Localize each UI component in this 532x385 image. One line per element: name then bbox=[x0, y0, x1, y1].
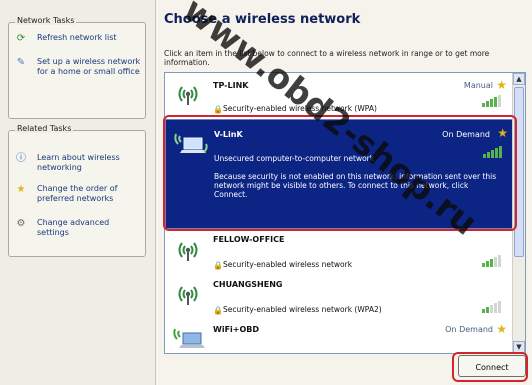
learn-about-wireless-label: Learn about wireless networking bbox=[37, 153, 120, 172]
connect-button[interactable]: Connect bbox=[458, 355, 526, 377]
network-name: FELLOW-OFFICE bbox=[213, 235, 285, 244]
network-security: 🔒Security-enabled wireless network bbox=[213, 260, 352, 270]
network-name: WiFi+OBD bbox=[213, 325, 260, 334]
wireless-network-connection-window: Network Tasks ⟳ Refresh network list ✎ S… bbox=[0, 0, 532, 385]
network-security: 🔒Security-enabled wireless network (WPA) bbox=[213, 104, 377, 114]
refresh-network-list-label: Refresh network list bbox=[37, 33, 117, 42]
instructions-text: Click an item in the list below to conne… bbox=[164, 49, 490, 67]
scrollbar-thumb[interactable] bbox=[514, 87, 524, 257]
network-security: Unsecured computer-to-computer network bbox=[214, 154, 375, 163]
computer-to-computer-icon bbox=[174, 133, 208, 153]
network-list-scrollbar[interactable]: ▲ ▼ bbox=[512, 73, 525, 353]
related-tasks-title: Related Tasks bbox=[15, 124, 74, 133]
scroll-down-button[interactable]: ▼ bbox=[513, 341, 525, 353]
network-security-warning: Because security is not enabled on this … bbox=[214, 172, 497, 199]
network-item-tp-link[interactable]: TP-LINK 🔒Security-enabled wireless netwo… bbox=[165, 73, 513, 115]
network-status: Manual bbox=[463, 81, 493, 90]
network-list[interactable]: TP-LINK 🔒Security-enabled wireless netwo… bbox=[164, 72, 526, 354]
network-tasks-group: Network Tasks ⟳ Refresh network list ✎ S… bbox=[8, 16, 146, 119]
lock-icon: 🔒 bbox=[213, 261, 223, 270]
signal-strength-icon bbox=[482, 255, 501, 267]
star-icon: ★ bbox=[16, 184, 26, 195]
network-security: 🔒Security-enabled wireless network (WPA2… bbox=[213, 305, 382, 315]
preferred-star-icon: ★ bbox=[496, 78, 507, 92]
network-item-wifi-obd[interactable]: WiFi+OBD On Demand ★ bbox=[165, 321, 513, 353]
network-status: On Demand bbox=[442, 130, 490, 139]
set-up-wireless-network-label: Set up a wireless network for a home or … bbox=[37, 57, 141, 76]
main-pane: Choose a wireless network Click an item … bbox=[156, 0, 532, 385]
signal-strength-icon bbox=[483, 146, 502, 158]
network-tasks-title: Network Tasks bbox=[15, 16, 77, 25]
preferred-star-icon: ★ bbox=[496, 322, 507, 336]
network-name: V-LinK bbox=[214, 130, 243, 139]
network-security-label: Security-enabled wireless network (WPA2) bbox=[223, 305, 382, 314]
change-advanced-settings-label: Change advanced settings bbox=[37, 218, 110, 237]
network-name: CHUANGSHENG bbox=[213, 280, 283, 289]
network-name: TP-LINK bbox=[213, 81, 249, 90]
task-pane: Network Tasks ⟳ Refresh network list ✎ S… bbox=[0, 0, 156, 385]
network-status: On Demand bbox=[445, 325, 493, 334]
preferred-star-icon: ★ bbox=[497, 126, 508, 140]
change-order-preferred-label: Change the order of preferred networks bbox=[37, 184, 118, 203]
wifi-antenna-icon bbox=[178, 86, 198, 105]
info-icon: ⓘ bbox=[16, 153, 26, 164]
computer-to-computer-icon bbox=[173, 328, 205, 348]
network-item-fellow-office[interactable]: FELLOW-OFFICE 🔒Security-enabled wireless… bbox=[165, 231, 513, 273]
network-item-v-link[interactable]: V-LinK Unsecured computer-to-computer ne… bbox=[165, 119, 515, 229]
network-item-chuangsheng[interactable]: CHUANGSHENG 🔒Security-enabled wireless n… bbox=[165, 275, 513, 319]
wifi-antenna-icon bbox=[178, 286, 198, 305]
setup-wizard-icon: ✎ bbox=[16, 57, 26, 68]
scroll-up-button[interactable]: ▲ bbox=[513, 73, 525, 85]
lock-icon: 🔒 bbox=[213, 105, 223, 114]
lock-icon: 🔒 bbox=[213, 306, 223, 315]
settings-icon: ⚙ bbox=[16, 218, 26, 229]
network-security-label: Security-enabled wireless network bbox=[223, 260, 353, 269]
signal-strength-icon bbox=[482, 95, 501, 107]
related-tasks-group: Related Tasks ⓘ Learn about wireless net… bbox=[8, 124, 146, 257]
page-title: Choose a wireless network bbox=[164, 12, 361, 27]
refresh-icon: ⟳ bbox=[16, 33, 26, 44]
network-security-label: Security-enabled wireless network (WPA) bbox=[223, 104, 377, 113]
signal-strength-icon bbox=[482, 301, 501, 313]
wifi-antenna-icon bbox=[178, 242, 198, 261]
